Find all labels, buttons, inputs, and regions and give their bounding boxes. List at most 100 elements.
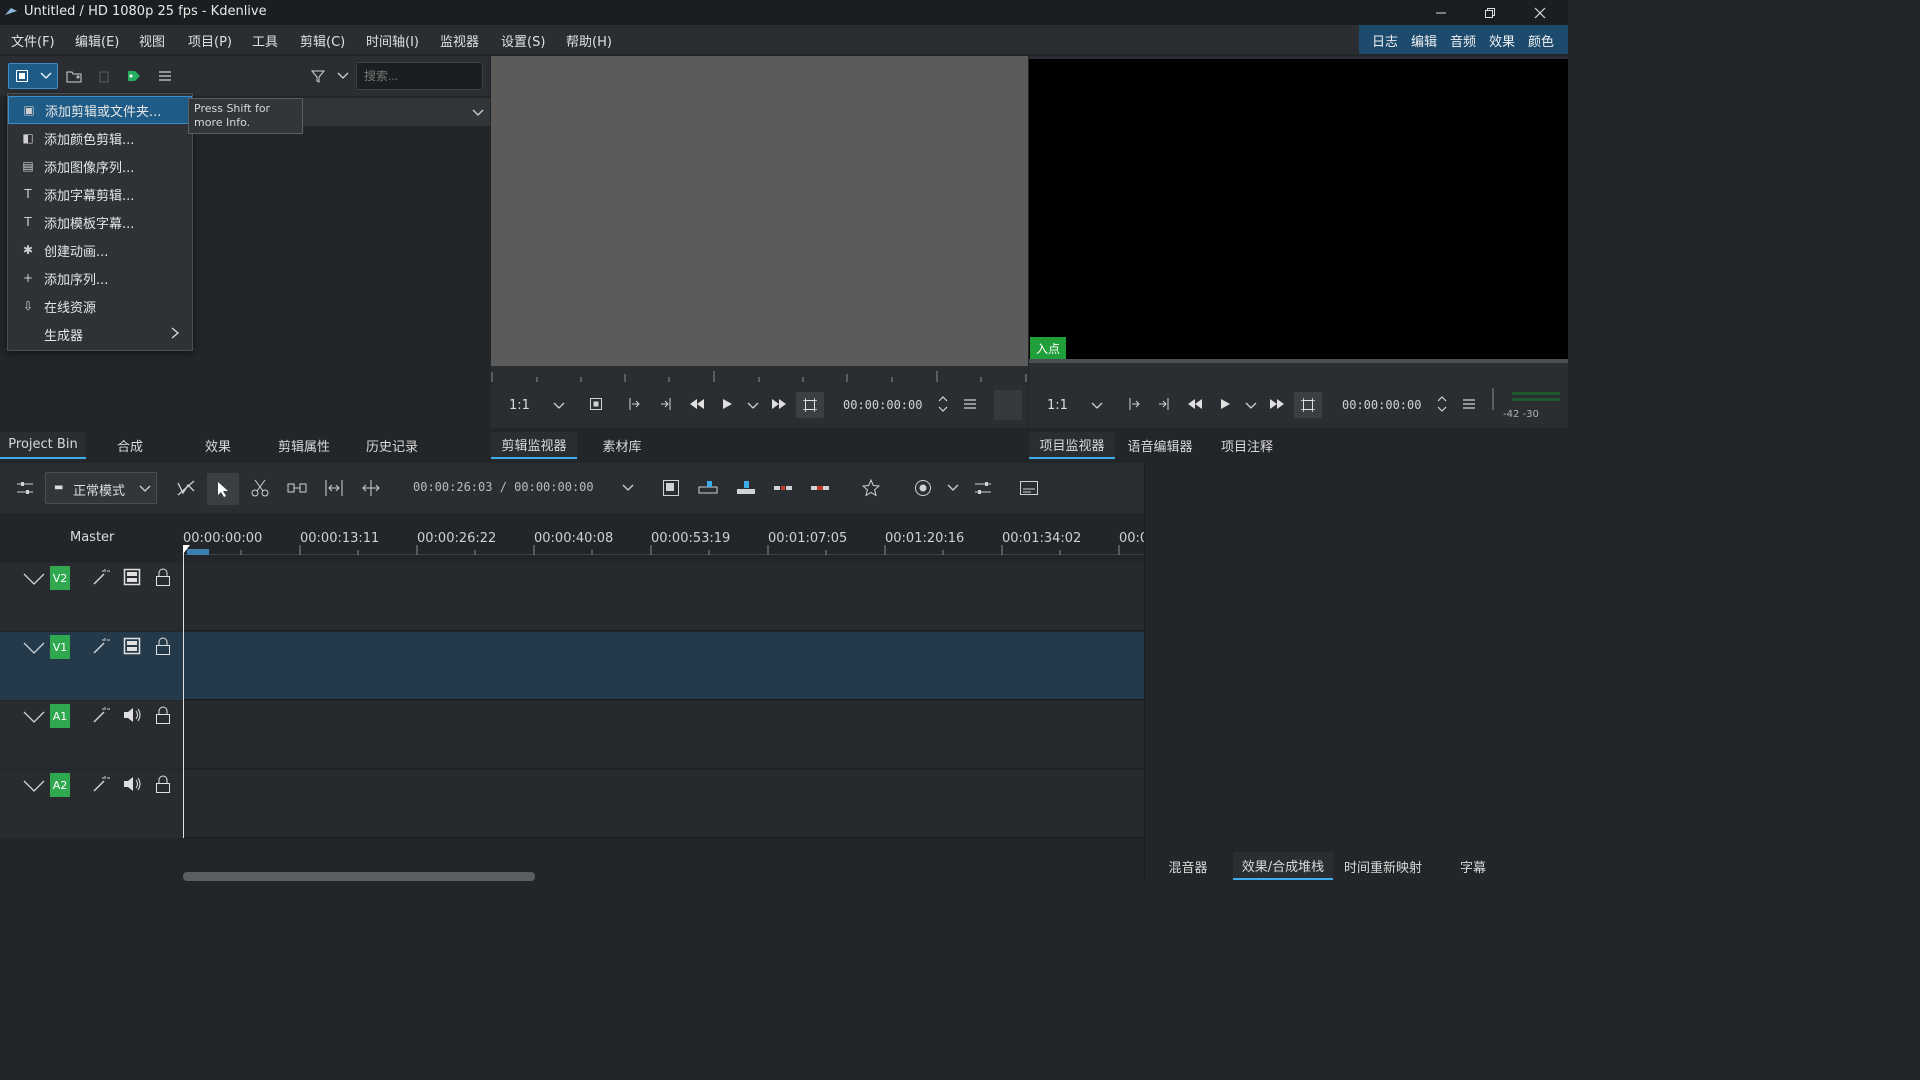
add-clip-button[interactable] (8, 63, 58, 89)
set-in-point-icon[interactable] (627, 397, 641, 411)
layout-effects[interactable]: 效果 (1489, 31, 1515, 50)
tab-speech-editor[interactable]: 语音编辑器 (1117, 432, 1203, 459)
tab-mixer[interactable]: 混音器 (1145, 852, 1231, 880)
play-icon[interactable] (1219, 398, 1231, 410)
track-collapse-chevron-icon[interactable] (23, 573, 45, 585)
menu-view[interactable]: 视图 (139, 31, 165, 50)
tab-project-monitor[interactable]: 项目监视器 (1029, 432, 1115, 459)
menu-item-add-title-clip[interactable]: T 添加字幕剪辑... (8, 180, 192, 208)
effects-wand-icon[interactable] (92, 568, 110, 586)
project-monitor-ruler[interactable] (1029, 359, 1568, 382)
set-out-point-icon[interactable] (659, 397, 673, 411)
filter-chevron-down-icon[interactable] (337, 71, 349, 81)
ripple-tool-icon[interactable] (324, 479, 344, 497)
lock-icon[interactable] (155, 568, 171, 586)
tab-library[interactable]: 素材库 (579, 432, 665, 459)
add-folder-icon[interactable] (61, 63, 87, 89)
menu-item-online-resources[interactable]: ⇩ 在线资源 (8, 292, 192, 320)
effects-wand-icon[interactable] (92, 775, 110, 793)
zoom-chevron-down-icon[interactable] (553, 401, 565, 411)
menu-project[interactable]: 项目(P) (188, 31, 232, 50)
hamburger-menu-icon[interactable] (152, 63, 178, 89)
fast-forward-icon[interactable] (771, 398, 787, 410)
track-name-badge[interactable]: A1 (50, 704, 70, 728)
track-collapse-chevron-icon[interactable] (23, 711, 45, 723)
minimize-button[interactable] (1417, 0, 1465, 25)
clip-monitor-ruler[interactable] (491, 366, 1028, 382)
tab-history[interactable]: 历史记录 (350, 432, 434, 459)
razor-tool-icon[interactable] (251, 479, 269, 497)
menu-item-generators[interactable]: 生成器 (8, 320, 192, 348)
menu-item-create-animation[interactable]: ✱ 创建动画... (8, 236, 192, 264)
play-icon[interactable] (721, 398, 733, 410)
playhead[interactable] (183, 545, 184, 838)
play-options-chevron-icon[interactable] (1245, 401, 1257, 411)
mixer-settings-icon[interactable] (974, 481, 992, 495)
timecode-spinner-icon[interactable] (937, 394, 949, 414)
master-label[interactable]: Master (70, 530, 114, 545)
menu-clip[interactable]: 剪辑(C) (300, 31, 345, 50)
speaker-icon[interactable] (123, 775, 143, 793)
rewind-icon[interactable] (689, 398, 705, 410)
tab-effects[interactable]: 效果 (178, 432, 258, 459)
menu-file[interactable]: 文件(F) (11, 31, 55, 50)
project-timecode[interactable]: 00:00:00:00 (1342, 398, 1421, 412)
menu-tools[interactable]: 工具 (252, 31, 278, 50)
clip-monitor-display[interactable] (491, 56, 1028, 366)
lock-icon[interactable] (155, 775, 171, 793)
overwrite-clip-icon[interactable] (736, 480, 756, 496)
menu-help[interactable]: 帮助(H) (566, 31, 612, 50)
timecode-chevron-icon[interactable] (622, 483, 634, 493)
slip-tool-icon[interactable] (361, 479, 381, 497)
track-name-badge[interactable]: A2 (50, 773, 70, 797)
menu-item-add-clip-or-folder[interactable]: ▣ 添加剪辑或文件夹... (8, 96, 192, 124)
timecode-spinner-icon[interactable] (1436, 394, 1448, 414)
track-collapse-chevron-icon[interactable] (23, 780, 45, 792)
track-collapse-chevron-icon[interactable] (23, 642, 45, 654)
record-chevron-icon[interactable] (947, 483, 959, 493)
overlay-toggle-icon[interactable] (589, 397, 603, 411)
layout-audio[interactable]: 音频 (1450, 31, 1476, 50)
subtitle-track-icon[interactable] (1019, 480, 1039, 496)
timeline-horizontal-scrollbar[interactable] (183, 872, 535, 881)
collapse-chevron-icon[interactable] (472, 108, 484, 118)
play-options-chevron-icon[interactable] (747, 401, 759, 411)
zoom-chevron-down-icon[interactable] (1091, 401, 1103, 411)
extract-zone-icon[interactable] (773, 483, 793, 493)
monitor-menu-icon[interactable] (1462, 398, 1476, 410)
menu-monitor[interactable]: 监视器 (440, 31, 479, 50)
menu-item-add-template-title[interactable]: T 添加模板字幕... (8, 208, 192, 236)
lift-zone-icon[interactable] (810, 483, 830, 493)
tag-icon[interactable] (121, 63, 147, 89)
tab-subtitles[interactable]: 字幕 (1435, 852, 1511, 880)
lock-icon[interactable] (155, 706, 171, 724)
selection-tool-button[interactable] (207, 473, 239, 505)
insert-clip-icon[interactable] (698, 480, 718, 496)
filter-icon[interactable] (305, 63, 331, 89)
zoom-label[interactable]: 1:1 (1047, 398, 1068, 413)
menu-item-add-image-sequence[interactable]: ▤ 添加图像序列... (8, 152, 192, 180)
tab-project-bin[interactable]: Project Bin (0, 432, 86, 459)
fast-forward-icon[interactable] (1269, 398, 1285, 410)
menu-edit[interactable]: 编辑(E) (75, 31, 119, 50)
layout-editing[interactable]: 编辑 (1411, 31, 1437, 50)
chevron-down-icon[interactable] (40, 71, 52, 81)
menu-timeline[interactable]: 时间轴(I) (366, 31, 419, 50)
layout-logging[interactable]: 日志 (1372, 31, 1398, 50)
lock-icon[interactable] (155, 637, 171, 655)
insert-zone-icon[interactable] (662, 479, 680, 497)
fullscreen-button[interactable] (796, 392, 824, 418)
timeline-timecode[interactable]: 00:00:26:03 / 00:00:00:00 (413, 480, 594, 494)
film-icon[interactable] (123, 637, 141, 655)
restore-button[interactable] (1466, 0, 1514, 25)
film-icon[interactable] (123, 568, 141, 586)
record-icon[interactable] (914, 479, 932, 497)
favorite-star-icon[interactable] (862, 479, 880, 497)
layout-color[interactable]: 颜色 (1528, 31, 1554, 50)
tab-compositions[interactable]: 合成 (90, 432, 170, 459)
tab-project-notes[interactable]: 项目注释 (1205, 432, 1289, 459)
multicam-tool-icon[interactable] (176, 479, 196, 497)
delete-clip-icon[interactable] (91, 63, 117, 89)
edit-mode-dropdown[interactable]: ▬ 正常模式 (45, 472, 157, 504)
menu-settings[interactable]: 设置(S) (501, 31, 545, 50)
